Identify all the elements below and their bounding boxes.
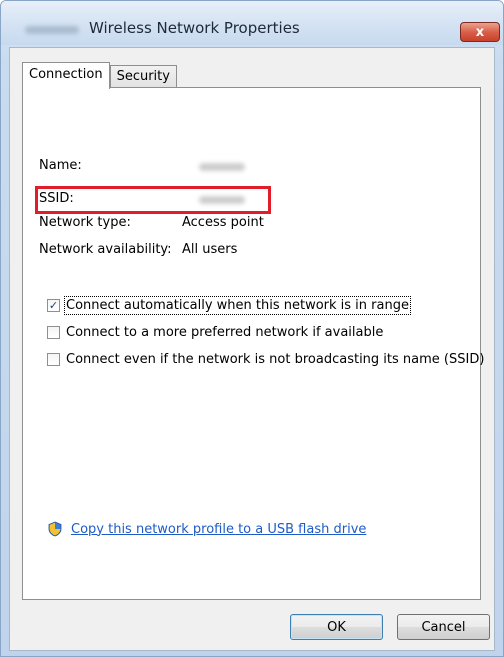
window-title: Wireless Network Properties (89, 19, 300, 37)
network-type-label: Network type: (39, 215, 131, 230)
network-availability-value: All users (182, 242, 238, 257)
hidden-ssid-checkbox[interactable] (47, 353, 60, 366)
hidden-ssid-option[interactable]: Connect even if the network is not broad… (47, 352, 484, 367)
shield-icon (48, 521, 62, 537)
copy-profile-link[interactable]: Copy this network profile to a USB flash… (71, 522, 366, 537)
close-button[interactable]: x (460, 22, 500, 42)
tab-security[interactable]: Security (109, 65, 177, 88)
auto-connect-label[interactable]: Connect automatically when this network … (64, 296, 411, 315)
auto-connect-checkbox[interactable]: ✓ (47, 299, 60, 312)
preferred-network-option[interactable]: Connect to a more preferred network if a… (47, 325, 383, 340)
redacted-name-value (199, 163, 245, 171)
network-type-value: Access point (182, 215, 264, 230)
auto-connect-option[interactable]: ✓ Connect automatically when this networ… (47, 296, 411, 315)
tab-connection[interactable]: Connection (22, 62, 110, 89)
ssid-label: SSID: (39, 191, 74, 206)
properties-dialog: Wireless Network Properties x Connection… (0, 0, 504, 657)
hidden-ssid-label[interactable]: Connect even if the network is not broad… (66, 352, 484, 367)
close-icon: x (475, 24, 485, 40)
redacted-ssid-value (199, 196, 245, 204)
name-label: Name: (39, 158, 82, 173)
redacted-network-name (25, 26, 79, 34)
tab-strip: Connection Security (22, 62, 177, 89)
preferred-network-label[interactable]: Connect to a more preferred network if a… (66, 325, 383, 340)
title-bar[interactable]: Wireless Network Properties x (1, 1, 503, 45)
network-availability-label: Network availability: (39, 242, 172, 257)
dialog-body: Connection Security Name: SSID: Network … (9, 47, 495, 651)
preferred-network-checkbox[interactable] (47, 326, 60, 339)
cancel-button[interactable]: Cancel (397, 614, 490, 640)
copy-profile-row[interactable]: Copy this network profile to a USB flash… (47, 521, 366, 537)
ok-button[interactable]: OK (290, 614, 383, 640)
connection-panel: Name: SSID: Network type: Access point N… (22, 87, 484, 600)
